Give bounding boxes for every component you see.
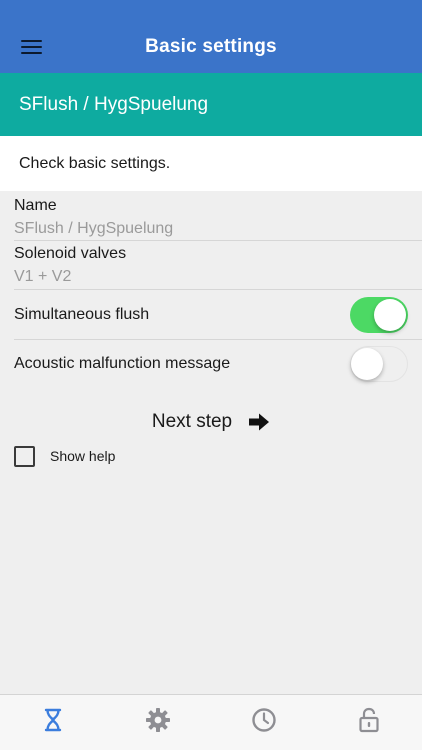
tab-bar (0, 694, 422, 750)
solenoid-valves-label: Solenoid valves (14, 245, 127, 262)
solenoid-valves-value: V1 + V2 (14, 268, 72, 285)
simultaneous-flush-toggle[interactable] (350, 297, 408, 333)
tab-lock[interactable] (354, 705, 384, 735)
name-value: SFlush / HygSpuelung (14, 220, 174, 237)
divider (14, 240, 422, 241)
show-help-row: Show help (14, 445, 115, 467)
name-field[interactable]: Name SFlush / HygSpuelung (14, 197, 422, 238)
program-title: SFlush / HygSpuelung (0, 73, 422, 136)
show-help-checkbox[interactable] (14, 445, 35, 467)
toggle-knob (374, 299, 406, 331)
divider (14, 289, 422, 290)
acoustic-malfunction-label: Acoustic malfunction message (14, 355, 231, 372)
toggle-knob (351, 347, 383, 380)
divider (14, 339, 422, 340)
instruction-text: Check basic settings. (0, 136, 422, 191)
clock-icon (252, 708, 276, 732)
solenoid-valves-field[interactable]: Solenoid valves V1 + V2 (14, 245, 422, 286)
lock-icon (359, 707, 379, 733)
show-help-label: Show help (50, 448, 116, 464)
hourglass-icon (44, 708, 62, 732)
next-step-label: Next step (151, 411, 233, 432)
tab-history[interactable] (249, 705, 279, 735)
tab-hourglass[interactable] (38, 705, 68, 735)
next-step-button[interactable]: Next step (0, 408, 422, 436)
arrow-right-icon (249, 413, 270, 431)
page-title: Basic settings (145, 36, 277, 57)
gear-icon (146, 708, 170, 732)
acoustic-malfunction-toggle[interactable] (350, 346, 408, 382)
simultaneous-flush-label: Simultaneous flush (14, 306, 150, 323)
app-header: Basic settings (0, 0, 422, 73)
name-label: Name (14, 197, 57, 214)
tab-settings[interactable] (143, 705, 173, 735)
